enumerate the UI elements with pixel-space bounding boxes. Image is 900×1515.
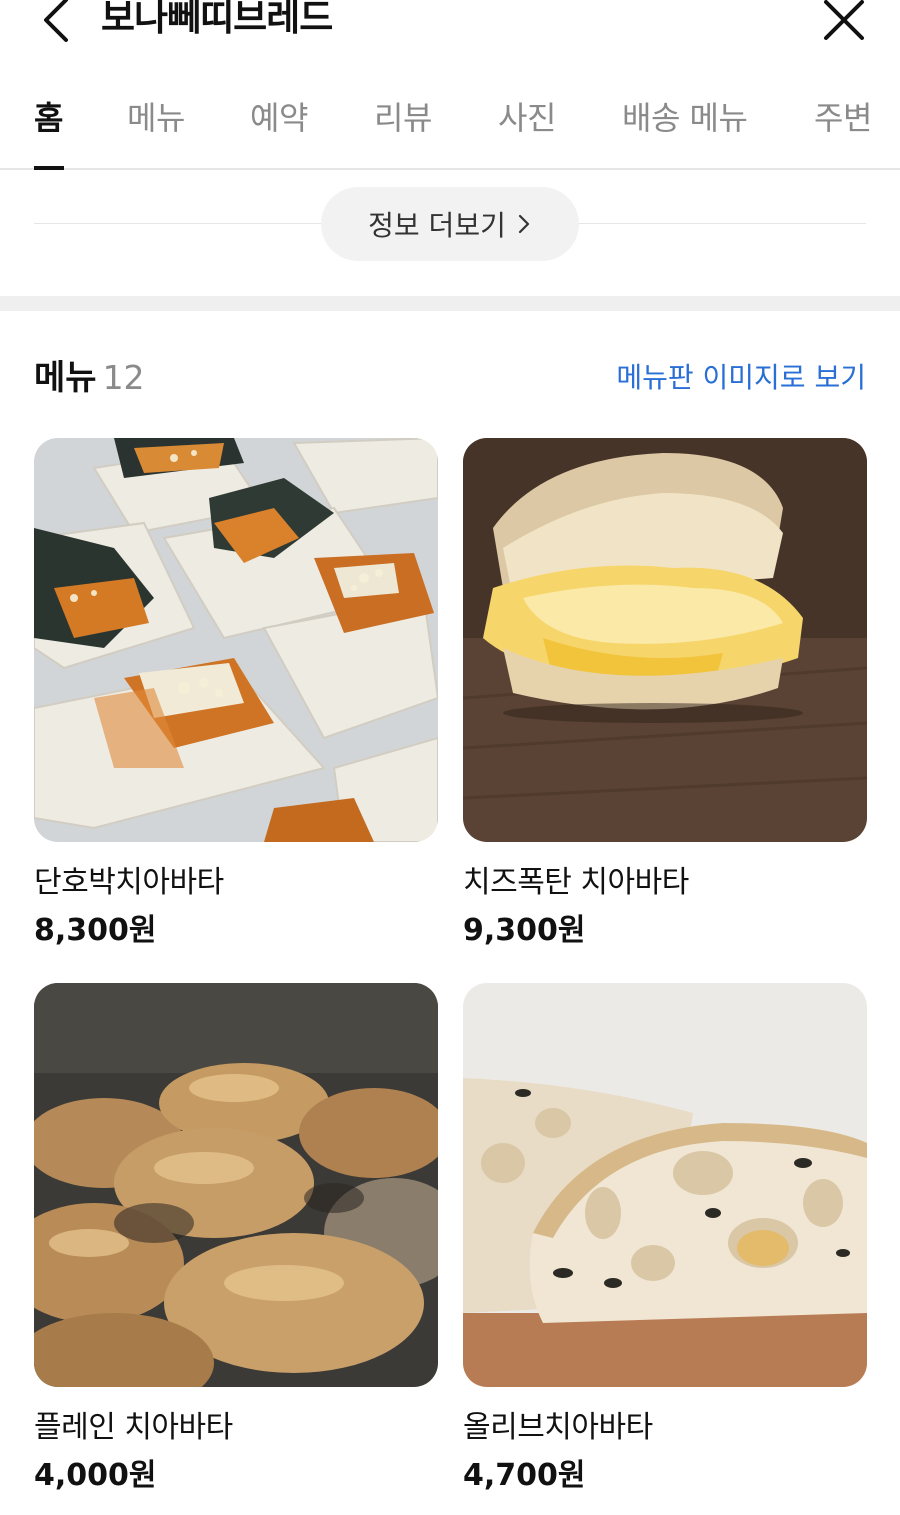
back-button[interactable] [34,0,84,46]
menu-title-label: 메뉴 [34,358,97,398]
tab-reservation[interactable]: 예약 [250,96,308,140]
menu-item-price: 9,300원 [463,913,586,948]
section-divider [0,296,900,311]
tab-menu[interactable]: 메뉴 [127,96,185,140]
plain-ciabatta-photo [34,983,438,1387]
info-more-row: 정보 더보기 [0,170,900,296]
cheese-bomb-ciabatta-photo [463,438,867,842]
info-more-button[interactable]: 정보 더보기 [321,187,579,261]
menu-item-name: 올리브치아바타 [463,1410,653,1445]
tab-delivery-menu[interactable]: 배송 메뉴 [622,96,748,140]
olive-ciabatta-photo [463,983,867,1387]
menu-count: 12 [102,358,145,397]
close-button[interactable] [818,0,870,44]
menu-section-title: 메뉴 12 [34,354,145,402]
tab-reviews[interactable]: 리뷰 [374,96,432,140]
view-menu-board-link[interactable]: 메뉴판 이미지로 보기 [616,358,866,398]
menu-item-card[interactable]: 플레인 치아바타 4,000원 [34,983,438,1495]
page-title: 보나뻬띠브레드 [101,0,333,39]
close-icon [824,0,864,40]
top-app-bar: 보나뻬띠브레드 [0,0,900,60]
menu-item-price: 4,700원 [463,1458,586,1493]
menu-item-price: 8,300원 [34,913,157,948]
menu-item-card[interactable]: 치즈폭탄 치아바타 9,300원 [463,438,867,950]
tab-photos[interactable]: 사진 [498,96,556,140]
pumpkin-ciabatta-photo [34,438,438,842]
tab-bar: 홈 메뉴 예약 리뷰 사진 배송 메뉴 주변 [0,86,900,170]
menu-item-name: 치즈폭탄 치아바타 [463,865,689,900]
menu-item-name: 플레인 치아바타 [34,1410,233,1445]
chevron-left-icon [44,0,68,42]
menu-item-card[interactable]: 올리브치아바타 4,700원 [463,983,867,1495]
chevron-right-icon [518,214,529,234]
tab-home[interactable]: 홈 [34,96,63,140]
menu-section-header: 메뉴 12 메뉴판 이미지로 보기 [34,354,866,404]
info-more-label: 정보 더보기 [368,209,506,242]
menu-item-price: 4,000원 [34,1458,157,1493]
menu-item-card[interactable]: 단호박치아바타 8,300원 [34,438,438,950]
tab-nearby[interactable]: 주변 [814,96,872,140]
menu-item-name: 단호박치아바타 [34,865,224,900]
